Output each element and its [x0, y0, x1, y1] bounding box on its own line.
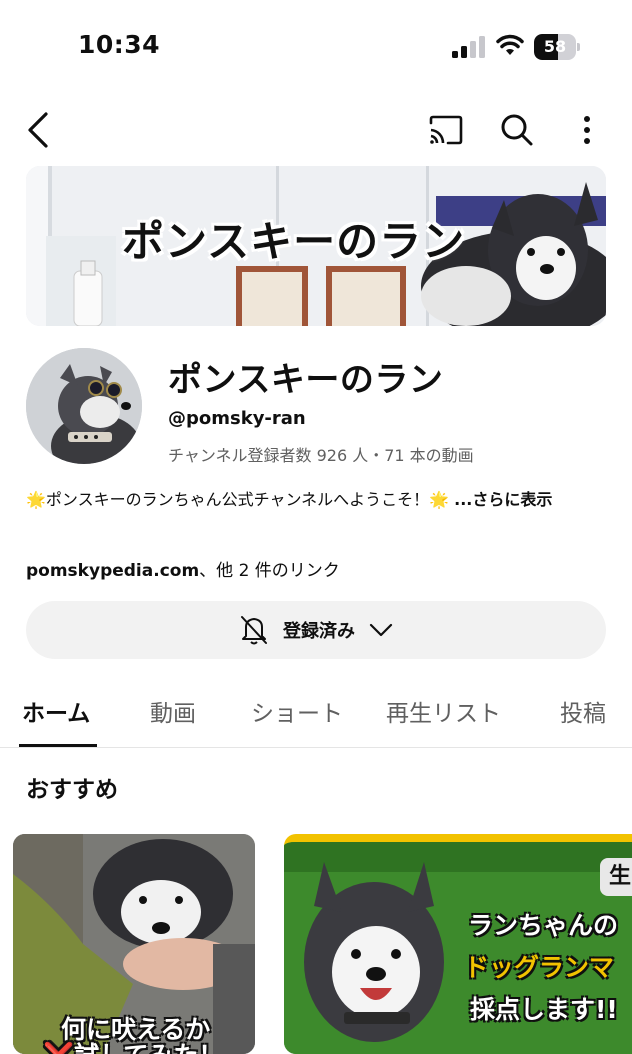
active-tab-indicator: [19, 744, 97, 747]
bell-off-icon: [241, 616, 267, 645]
avatar-image: [26, 348, 142, 464]
channel-meta: チャンネル登録者数 926 人・71 本の動画: [168, 446, 474, 465]
channel-tabs: ホーム 動画 ショート 再生リスト 投稿: [0, 686, 632, 748]
cast-button[interactable]: [424, 108, 468, 152]
search-icon: [501, 114, 533, 146]
description-text: 🌟ポンスキーのランちゃん公式チャンネルへようこそ！🌟: [26, 490, 455, 509]
subscribed-label: 登録済み: [283, 621, 355, 642]
thumbnail-caption-3: 採点します!!: [470, 995, 618, 1024]
channel-banner: ポンスキーのラン: [26, 166, 606, 326]
tab-videos[interactable]: 動画: [150, 694, 196, 728]
battery-level: 58: [543, 37, 567, 56]
thumbnail-caption-1: ランちゃんの: [468, 911, 619, 940]
more-vert-icon: [584, 116, 590, 144]
top-app-bar: [0, 100, 632, 160]
channel-handle: @pomsky-ran: [168, 408, 306, 429]
cellular-signal-icon: [452, 36, 485, 58]
more-options-button[interactable]: [565, 108, 609, 152]
tab-shorts[interactable]: ショート: [251, 694, 343, 728]
channel-link[interactable]: pomskypedia.com: [26, 561, 199, 581]
channel-name: ポンスキーのラン: [168, 360, 444, 400]
back-button[interactable]: [16, 108, 60, 152]
cast-icon: [429, 115, 463, 145]
thumbnail-caption-2: ❌試してみた！: [43, 1036, 223, 1054]
search-button[interactable]: [495, 108, 539, 152]
channel-description[interactable]: 🌟ポンスキーのランちゃん公式チャンネルへようこそ！🌟 ...さらに表示: [26, 488, 606, 512]
status-bar: 10:34 58: [0, 0, 632, 96]
banner-title: ポンスキーのラン: [121, 216, 466, 267]
tab-playlists[interactable]: 再生リスト: [386, 694, 501, 728]
wifi-icon: [496, 34, 524, 55]
battery-icon: 58: [534, 34, 580, 60]
chevron-down-icon: [369, 623, 393, 637]
tab-home[interactable]: ホーム: [22, 694, 90, 728]
section-title: おすすめ: [26, 777, 118, 803]
show-more-link[interactable]: ...さらに表示: [454, 490, 552, 509]
live-badge: 生: [600, 858, 632, 896]
chevron-left-icon: [28, 112, 48, 148]
video-card[interactable]: 何に吠えるか ❌試してみた！: [13, 834, 255, 1054]
video-card[interactable]: 生 ランちゃんの ドッグランマ 採点します!!: [284, 834, 632, 1054]
thumbnail-caption-2: ドッグランマ: [464, 953, 615, 982]
other-links-text[interactable]: 、他 2 件のリンク: [199, 561, 340, 581]
tab-posts[interactable]: 投稿: [560, 694, 606, 728]
status-time: 10:34: [78, 30, 161, 59]
channel-links[interactable]: pomskypedia.com、他 2 件のリンク: [26, 556, 340, 581]
channel-avatar[interactable]: [26, 348, 142, 464]
subscribed-button[interactable]: 登録済み: [26, 601, 606, 659]
